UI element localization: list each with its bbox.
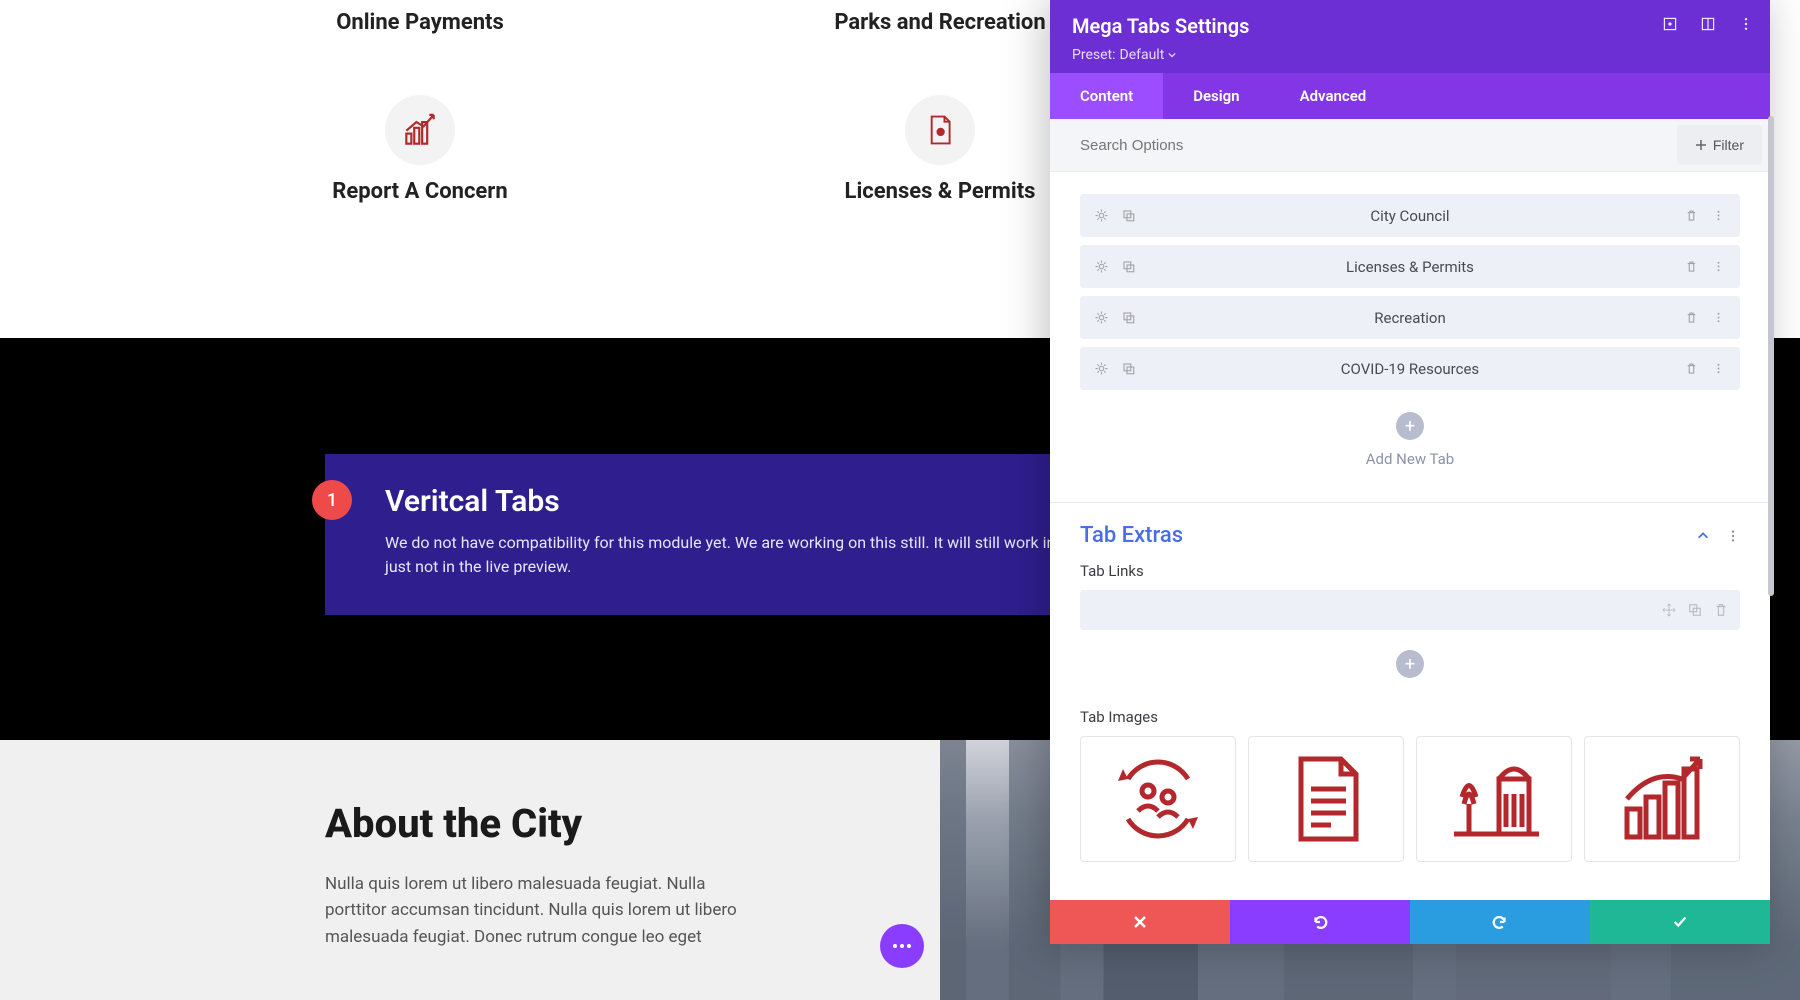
trash-icon[interactable] — [1684, 310, 1699, 325]
add-tab-area: + Add New Tab — [1080, 398, 1740, 492]
section-title: Tab Extras — [1080, 523, 1183, 548]
panel-header: Mega Tabs Settings Preset: Default — [1050, 0, 1770, 73]
tab-item[interactable]: COVID-19 Resources — [1080, 347, 1740, 390]
kebab-icon[interactable] — [1711, 361, 1726, 376]
redo-icon — [1491, 913, 1509, 931]
save-button[interactable] — [1590, 900, 1770, 944]
tab-item-title: City Council — [1080, 207, 1740, 225]
step-number: 1 — [327, 490, 337, 511]
tab-link-item[interactable] — [1080, 590, 1740, 630]
tab-items-list: City Council Licenses & Permits — [1050, 172, 1770, 502]
card-parks-recreation: Parks and Recreation — [830, 10, 1050, 35]
panel-footer — [1050, 900, 1770, 944]
kebab-icon[interactable] — [1738, 16, 1754, 32]
search-input[interactable] — [1050, 123, 1677, 168]
plus-icon — [1695, 139, 1707, 151]
tab-advanced[interactable]: Advanced — [1270, 73, 1397, 119]
tab-image-document[interactable] — [1248, 736, 1404, 862]
add-tab-label: Add New Tab — [1080, 450, 1740, 468]
card-online-payments: Online Payments — [310, 10, 530, 35]
duplicate-icon[interactable] — [1121, 361, 1136, 376]
search-row: Filter — [1050, 119, 1770, 172]
card-licenses-permits[interactable]: Licenses & Permits — [830, 95, 1050, 204]
more-actions-fab[interactable] — [880, 924, 924, 968]
tab-item-title: Recreation — [1080, 309, 1740, 327]
about-title: About the City — [325, 800, 880, 847]
duplicate-icon[interactable] — [1121, 208, 1136, 223]
tab-extras-header[interactable]: Tab Extras — [1050, 503, 1770, 562]
tab-image-people-cycle[interactable] — [1080, 736, 1236, 862]
card-report-concern[interactable]: Report A Concern — [310, 95, 530, 204]
caret-down-icon — [1168, 51, 1176, 59]
kebab-icon[interactable] — [1711, 310, 1726, 325]
tab-images-grid — [1050, 736, 1770, 882]
tab-item-title: COVID-19 Resources — [1080, 360, 1740, 378]
cancel-button[interactable] — [1050, 900, 1230, 944]
columns-icon[interactable] — [1700, 16, 1716, 32]
chevron-up-icon[interactable] — [1696, 529, 1710, 543]
gear-icon[interactable] — [1094, 361, 1109, 376]
gear-icon[interactable] — [1094, 310, 1109, 325]
panel-tabs: Content Design Advanced — [1050, 73, 1770, 119]
filter-button[interactable]: Filter — [1677, 125, 1762, 165]
gear-icon[interactable] — [1094, 208, 1109, 223]
trash-icon[interactable] — [1684, 259, 1699, 274]
card-title: Report A Concern — [310, 179, 530, 204]
step-badge: 1 — [312, 480, 352, 520]
panel-body: Filter City Council Lice — [1050, 119, 1770, 900]
trash-icon[interactable] — [1714, 603, 1728, 617]
kebab-icon[interactable] — [1726, 529, 1740, 543]
kebab-icon[interactable] — [1711, 208, 1726, 223]
add-tab-button[interactable]: + — [1396, 412, 1424, 440]
duplicate-icon[interactable] — [1121, 259, 1136, 274]
move-icon[interactable] — [1662, 603, 1676, 617]
tab-item[interactable]: City Council — [1080, 194, 1740, 237]
gear-icon[interactable] — [1094, 259, 1109, 274]
trash-icon[interactable] — [1684, 208, 1699, 223]
add-link-area: + — [1050, 640, 1770, 708]
tab-design[interactable]: Design — [1163, 73, 1269, 119]
preset-value: Default — [1120, 47, 1165, 63]
tab-image-growth-chart[interactable] — [1584, 736, 1740, 862]
tab-item[interactable]: Licenses & Permits — [1080, 245, 1740, 288]
tab-item-title: Licenses & Permits — [1080, 258, 1740, 276]
card-title: Parks and Recreation — [830, 10, 1050, 35]
header-actions — [1662, 16, 1754, 32]
preset-dropdown[interactable]: Preset: Default — [1072, 47, 1176, 63]
duplicate-icon[interactable] — [1688, 603, 1702, 617]
document-seal-icon — [905, 95, 975, 165]
expand-icon[interactable] — [1662, 16, 1678, 32]
duplicate-icon[interactable] — [1121, 310, 1136, 325]
bar-chart-arrow-icon — [385, 95, 455, 165]
panel-scrollbar[interactable] — [1768, 116, 1774, 596]
about-section: About the City Nulla quis lorem ut liber… — [0, 740, 940, 1000]
filter-label: Filter — [1713, 137, 1744, 153]
add-link-button[interactable]: + — [1396, 650, 1424, 678]
tab-item[interactable]: Recreation — [1080, 296, 1740, 339]
undo-button[interactable] — [1230, 900, 1410, 944]
about-body: Nulla quis lorem ut libero malesuada feu… — [325, 871, 755, 950]
kebab-icon[interactable] — [1711, 259, 1726, 274]
close-icon — [1132, 914, 1148, 930]
tab-images-label: Tab Images — [1050, 708, 1770, 726]
tab-content[interactable]: Content — [1050, 73, 1163, 119]
card-title: Online Payments — [310, 10, 530, 35]
card-title: Licenses & Permits — [830, 179, 1050, 204]
undo-icon — [1311, 913, 1329, 931]
tab-links-label: Tab Links — [1050, 562, 1770, 580]
settings-panel: Mega Tabs Settings Preset: Default Conte… — [1050, 0, 1770, 944]
preset-label: Preset: — [1072, 47, 1116, 63]
tab-image-park-building[interactable] — [1416, 736, 1572, 862]
check-icon — [1671, 913, 1689, 931]
redo-button[interactable] — [1410, 900, 1590, 944]
panel-title: Mega Tabs Settings — [1072, 14, 1748, 38]
trash-icon[interactable] — [1684, 361, 1699, 376]
